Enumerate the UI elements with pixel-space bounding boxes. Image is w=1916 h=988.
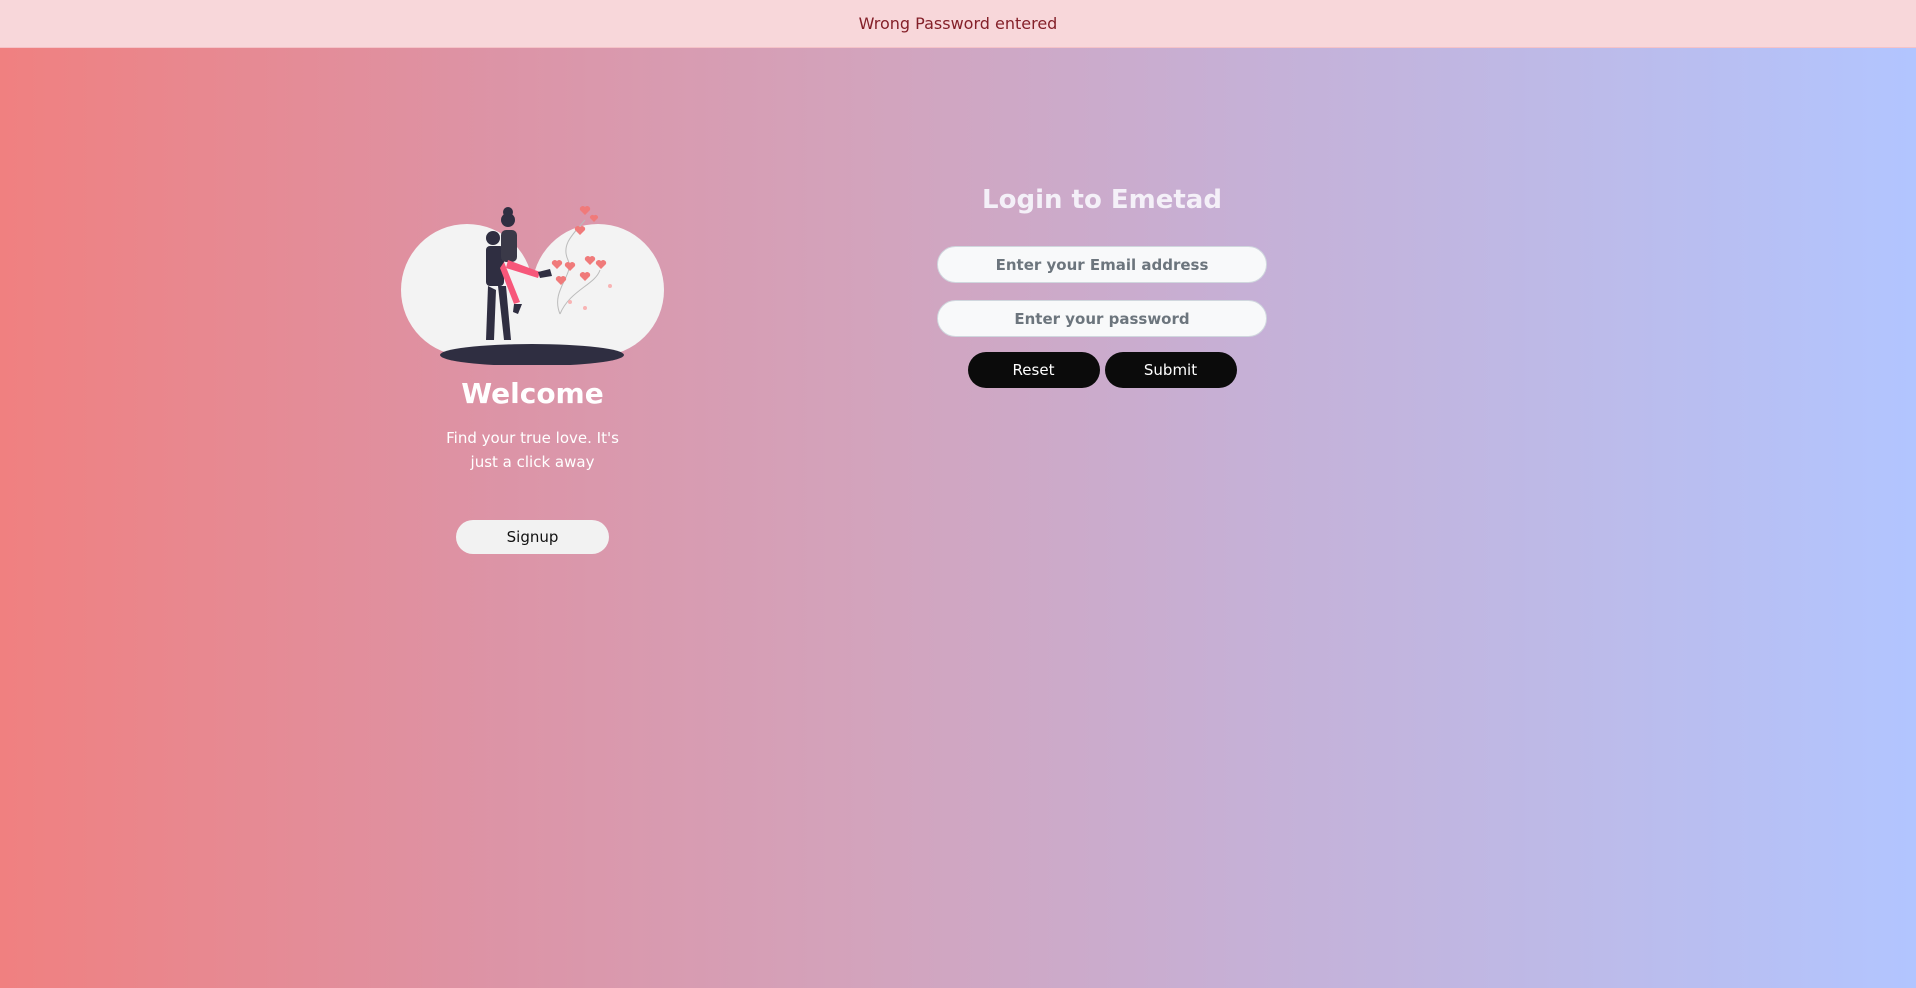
tagline-text: Find your true love. It's just a click a… <box>446 429 619 471</box>
error-alert: Wrong Password entered <box>0 0 1916 48</box>
email-input[interactable] <box>937 246 1267 283</box>
form-actions: Reset Submit <box>937 352 1267 388</box>
reset-button[interactable]: Reset <box>967 352 1100 388</box>
login-title: Login to Emetad <box>982 185 1222 215</box>
welcome-heading: Welcome <box>461 377 604 410</box>
signup-button[interactable]: Signup <box>456 520 609 554</box>
submit-button[interactable]: Submit <box>1104 352 1237 388</box>
login-form: Login to Emetad Reset Submit <box>937 185 1267 388</box>
alert-message: Wrong Password entered <box>858 14 1058 33</box>
welcome-panel: Welcome Find your true love. It's just a… <box>400 190 665 554</box>
password-input[interactable] <box>937 300 1267 337</box>
couple-illustration <box>401 206 664 365</box>
